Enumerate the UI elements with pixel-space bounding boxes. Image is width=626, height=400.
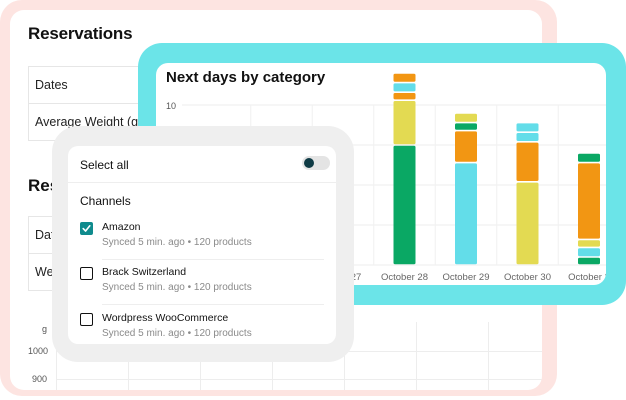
bar-segment-yellow	[393, 101, 416, 145]
bar-segment-cyan	[516, 133, 539, 141]
x-tick-label: October 30	[504, 272, 551, 283]
bar-segment-yellow	[516, 182, 539, 265]
bar-segment-orange	[516, 142, 539, 181]
channel-sync-meta: Synced 5 min. ago • 120 products	[102, 328, 252, 339]
channel-name: Brack Switzerland	[102, 266, 187, 278]
bar-segment-green	[455, 123, 477, 130]
axis-tick-900: 900	[32, 374, 48, 384]
channel-name: Wordpress WooCommerce	[102, 312, 229, 324]
toggle-knob	[304, 158, 314, 168]
bar-segment-orange	[578, 163, 600, 239]
bar-segment-green	[578, 257, 600, 265]
y-tick-label: 10	[166, 101, 176, 111]
row-label-dates: Dates	[35, 78, 68, 92]
grid-line	[488, 322, 489, 390]
bar-segment-yellow	[455, 113, 477, 122]
x-tick-label: October 29	[443, 272, 490, 283]
bar-segment-orange	[455, 131, 477, 162]
channel-item-wordpress-woocommerce[interactable]: Wordpress WooCommerce Synced 5 min. ago …	[80, 311, 324, 351]
select-all-toggle[interactable]	[302, 156, 330, 170]
divider	[68, 182, 336, 183]
check-icon	[82, 225, 91, 232]
select-all-label: Select all	[80, 158, 129, 172]
x-tick-label: October 28	[381, 272, 428, 283]
divider	[102, 259, 324, 260]
reservations-title: Reservations	[28, 24, 133, 43]
checkbox-unchecked[interactable]	[80, 313, 93, 326]
bar-segment-orange	[393, 93, 416, 100]
bar-segment-green	[393, 145, 416, 265]
bar-segment-cyan	[393, 83, 416, 92]
bar-segment-cyan	[516, 123, 539, 132]
channels-dropdown-frame: Select all Channels Amazon Synced 5 min.…	[52, 126, 354, 362]
x-tick-label: October 3	[568, 272, 606, 283]
bar-segment-cyan	[455, 163, 477, 265]
axis-unit-label: g	[42, 324, 48, 334]
grid-line	[416, 322, 417, 390]
channel-item-brack-switzerland[interactable]: Brack Switzerland Synced 5 min. ago • 12…	[80, 265, 324, 305]
channels-dropdown: Select all Channels Amazon Synced 5 min.…	[68, 146, 336, 344]
channels-heading: Channels	[80, 194, 131, 208]
channel-sync-meta: Synced 5 min. ago • 120 products	[102, 237, 252, 248]
bar-segment-green	[578, 153, 600, 162]
chart-x-labels: 27 October 28 October 29 October 30 October …	[351, 272, 606, 283]
bar-segment-yellow	[578, 240, 600, 247]
bar-segment-cyan	[578, 248, 600, 257]
checkbox-unchecked[interactable]	[80, 267, 93, 280]
divider	[102, 304, 324, 305]
bar-segment-orange	[393, 73, 416, 82]
channel-sync-meta: Synced 5 min. ago • 120 products	[102, 282, 252, 293]
channel-name: Amazon	[102, 221, 141, 233]
channel-item-amazon[interactable]: Amazon Synced 5 min. ago • 120 products	[80, 220, 324, 260]
checkbox-checked[interactable]	[80, 222, 93, 235]
axis-tick-1000: 1000	[28, 346, 49, 356]
